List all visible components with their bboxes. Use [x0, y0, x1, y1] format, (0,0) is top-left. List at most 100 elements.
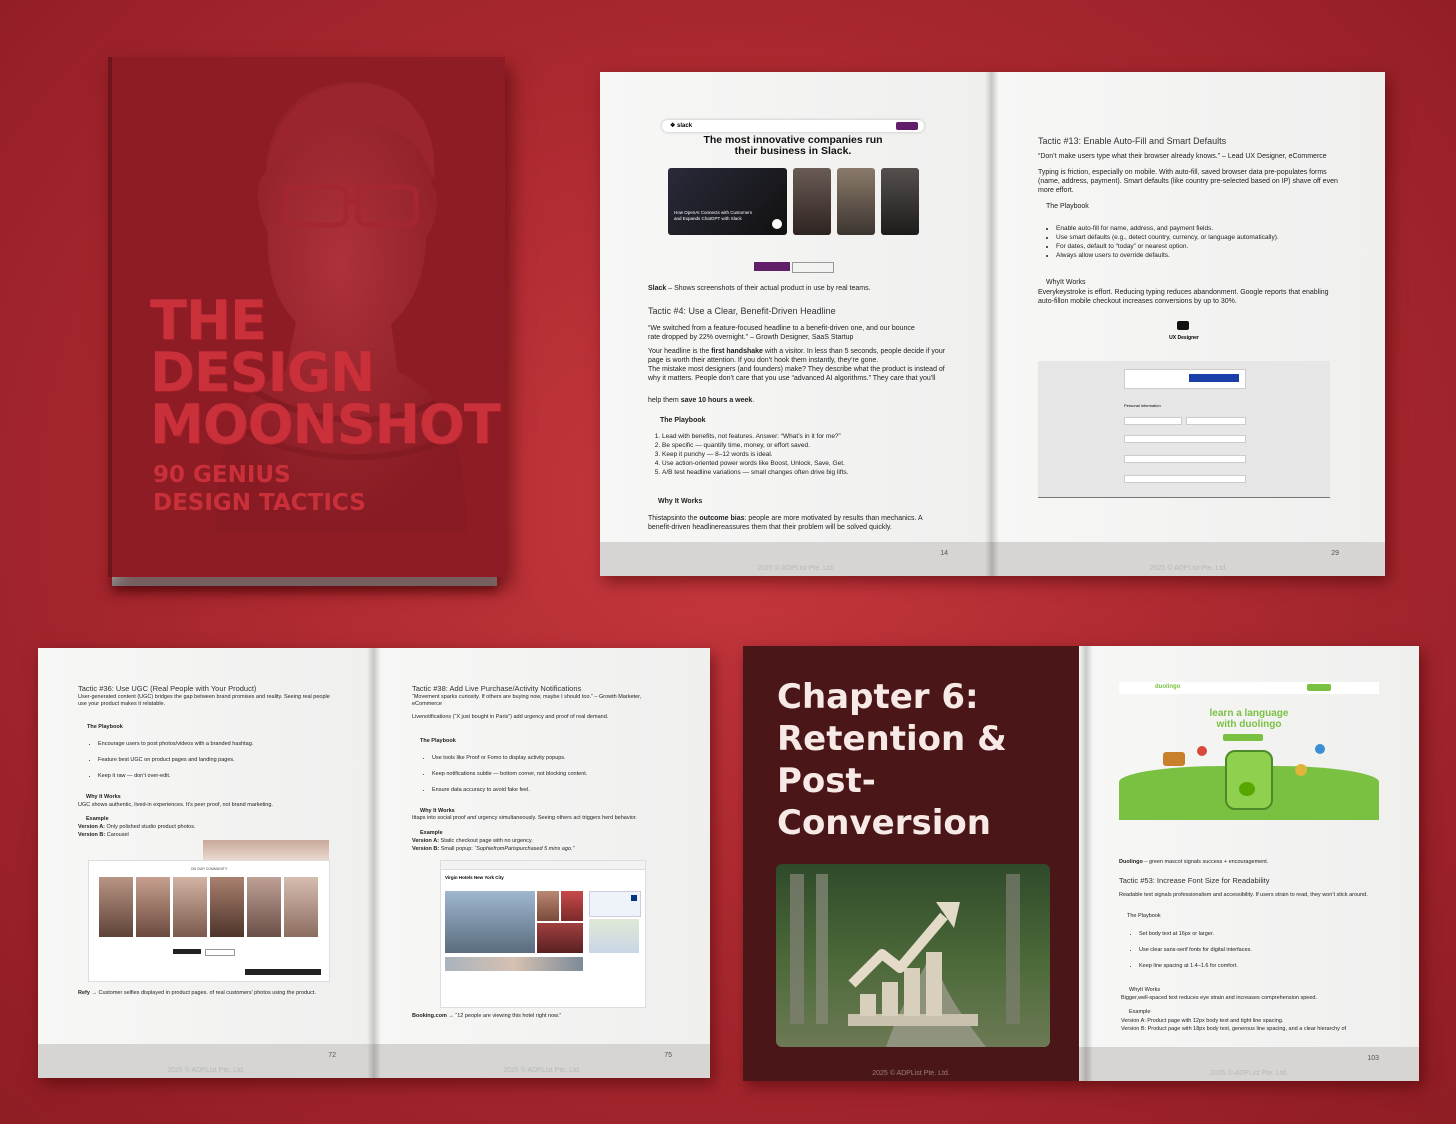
slack-button-primary [754, 262, 790, 271]
version-a: Version A: Static checkout page with no … [412, 837, 533, 845]
page-footer: 2025 © ADPList Pte. Ltd. [743, 1047, 1079, 1081]
intro-paragraph: Readable text signals professionalism an… [1119, 892, 1368, 898]
why-paragraph: Everykeystroke is effort. Reducing typin… [1038, 289, 1329, 305]
text-run: Thistapsinto the [648, 515, 700, 522]
carousel-button [205, 949, 235, 956]
playbook-list: Lead with benefits, not features. Answer… [648, 432, 962, 477]
duolingo-logo: duolingo [1155, 684, 1181, 690]
body-paragraph: help them save 10 hours a week. [648, 396, 754, 405]
spread-pages-72-75: Tactic #36: Use UGC (Real People with Yo… [38, 648, 710, 1078]
heart-icon [1197, 746, 1207, 756]
gem-icon [1315, 744, 1325, 754]
map-thumbnail [589, 919, 639, 953]
body-paragraph: The mistake most designers (and founders… [648, 366, 945, 382]
slack-card-text: How OpenAI Connects with Customers and E… [674, 210, 753, 221]
hotel-photo [561, 891, 583, 921]
copyright: 2025 © ADPList Pte. Ltd. [872, 1070, 950, 1077]
playbook-title: The Playbook [420, 738, 456, 744]
playbook-list: Encourage users to post photos/videos wi… [84, 736, 358, 784]
text-run: help them [648, 397, 681, 404]
list-item: A/B test headline variations — small cha… [662, 468, 962, 477]
duolingo-caption: Duolingo – green mascot signals success … [1119, 858, 1268, 867]
first-name-field [1124, 417, 1182, 425]
page-number: 29 [1331, 550, 1339, 557]
copyright: 2025 © ADPList Pte. Ltd. [167, 1067, 245, 1074]
playbook-title: The Playbook [87, 724, 123, 730]
location-field [1124, 455, 1246, 463]
body-paragraph: Typing is friction, especially on mobile… [1038, 169, 1338, 194]
chapter-title-line: Retention & [777, 719, 1007, 759]
autofill-button [1189, 374, 1239, 382]
page-footer: 14 2025 © ADPList Pte. Ltd. [600, 542, 992, 576]
tactic-title: Tactic #4: Use a Clear, Benefit-Driven H… [648, 306, 836, 316]
why-paragraph: UGC shows authentic, lived-in experience… [78, 802, 273, 808]
application-form-screenshot: UX Designer Personal information [1038, 317, 1330, 498]
list-item: Keep it punchy — 8–12 words is ideal. [662, 450, 962, 459]
booking-caption: Booking.com → “12 people are viewing thi… [412, 1012, 561, 1021]
spread-chapter-6-page-103: Chapter 6: Retention & Post- Conversion [743, 646, 1419, 1081]
autofill-banner [1124, 369, 1246, 389]
hotel-name: Virgin Hotels New York City [445, 875, 504, 880]
intro-paragraph: User-generated content (UGC) bridges the… [78, 694, 330, 707]
ugc-photo [173, 877, 207, 937]
copyright: 2025 © ADPList Pte. Ltd. [503, 1067, 581, 1074]
caption-text: → Customer selfies displayed in product … [89, 990, 316, 996]
score-badge [631, 895, 637, 901]
ugc-photo [136, 877, 170, 937]
playbook-title: The Playbook [1046, 203, 1089, 210]
list-item: Keep line spacing at 1.4–1.6 for comfort… [1139, 958, 1399, 974]
get-started-nav-button [1307, 684, 1331, 691]
page-72: Tactic #36: Use UGC (Real People with Yo… [38, 648, 374, 1078]
playbook-list: Enable auto-fill for name, address, and … [1042, 224, 1356, 260]
cover-subtitle-line: 90 GENIUS [153, 462, 291, 488]
growth-chart-sculpture-image [776, 864, 1050, 1047]
duolingo-hero-title: learn a language with duolingo [1119, 708, 1379, 730]
spine-gutter [985, 72, 999, 576]
playbook-list: Use tools like Proof or Fomo to display … [418, 750, 692, 798]
last-name-field [1186, 417, 1246, 425]
tactic-title: Tactic #13: Enable Auto-Fill and Smart D… [1038, 136, 1227, 146]
community-label: ON OUR COMMUNITY [190, 867, 228, 871]
cover-subtitle-line: DESIGN TACTICS [153, 490, 366, 516]
list-item: Be specific — quantify time, money, or e… [662, 441, 962, 450]
copyright: 2025 © ADPList Pte. Ltd. [757, 565, 835, 572]
ugc-photo [247, 877, 281, 937]
why-title: Why It Works [658, 498, 703, 505]
copyright: 2025 © ADPList Pte. Ltd. [1210, 1070, 1288, 1077]
cover-subtitle: 90 GENIUS DESIGN TACTICS [153, 461, 366, 517]
intro-paragraph: Livenotifications (“X just bought in Par… [412, 714, 609, 720]
cover-title-line: THE [150, 289, 267, 352]
caption-brand: Duolingo [1119, 859, 1143, 865]
list-item: Lead with benefits, not features. Answer… [662, 432, 962, 441]
version-label: Version B: [78, 832, 106, 838]
slack-logo: ❖ slack [670, 123, 693, 129]
list-item: Use smart defaults (e.g., detect country… [1056, 233, 1356, 242]
caption-brand: Slack [648, 285, 667, 292]
slack-photo-signable [837, 168, 875, 235]
slack-screenshot: ❖ slack The most innovative companies ru… [662, 118, 924, 278]
list-item: Use action-oriented power words like Boo… [662, 459, 962, 468]
version-label: Version A: [78, 824, 105, 830]
list-item: Use clear sans-serif fonts for digital i… [1139, 942, 1399, 958]
page-75: Tactic #38: Add Live Purchase/Activity N… [374, 648, 710, 1078]
list-item: Use tools like Proof or Fomo to display … [432, 750, 692, 766]
chapter-title-line: Post- [777, 761, 876, 801]
tactic-title: Tactic #38: Add Live Purchase/Activity N… [412, 684, 582, 693]
copyright: 2025 © ADPList Pte. Ltd. [1149, 565, 1228, 572]
phone-field [1124, 475, 1246, 483]
list-item: Keep it raw — don’t over-edit. [98, 768, 358, 784]
slack-navbar: ❖ slack [662, 120, 924, 132]
why-paragraph: Ittaps into social proof and urgency sim… [412, 814, 637, 823]
text-run: Your headline is the [648, 348, 712, 355]
tactic-title: Tactic #36: Use UGC (Real People with Yo… [78, 684, 257, 693]
slack-photo-ezcater [881, 168, 919, 235]
page-footer: 72 2025 © ADPList Pte. Ltd. [38, 1044, 374, 1078]
hero-line: learn a language [1209, 708, 1289, 719]
chapter-6-page: Chapter 6: Retention & Post- Conversion [743, 646, 1079, 1081]
page-103: duolingo learn a language with duolingo … [1079, 646, 1419, 1081]
playbook-title: The Playbook [1127, 913, 1161, 919]
version-a: Version A: Only polished studio product … [78, 823, 196, 831]
slack-video-card: How OpenAI Connects with Customers and E… [668, 168, 787, 235]
chapter-title: Chapter 6: Retention & Post- Conversion [777, 676, 1007, 844]
version-label: Version A: [412, 838, 439, 844]
